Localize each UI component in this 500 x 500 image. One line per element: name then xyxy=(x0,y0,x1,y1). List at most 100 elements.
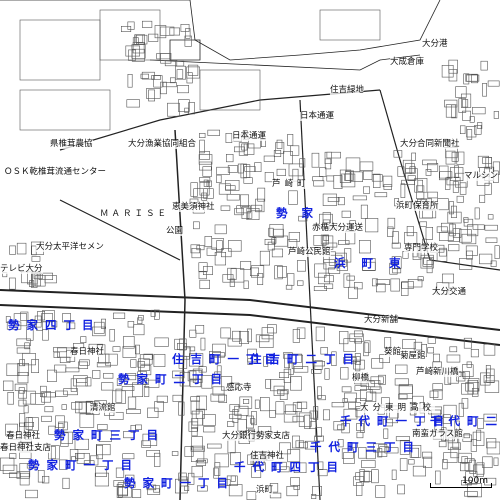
building xyxy=(353,282,363,290)
building xyxy=(179,338,187,351)
building xyxy=(17,371,29,384)
coastline xyxy=(0,0,441,61)
building xyxy=(365,218,379,233)
building xyxy=(341,210,351,218)
building xyxy=(188,421,198,432)
building xyxy=(359,161,374,171)
building xyxy=(240,194,250,208)
building xyxy=(243,143,255,155)
building xyxy=(218,183,231,195)
building xyxy=(130,359,137,368)
building xyxy=(121,25,132,32)
building xyxy=(360,204,368,219)
building xyxy=(185,28,191,39)
building xyxy=(363,342,369,357)
building xyxy=(288,163,303,177)
building xyxy=(408,459,415,465)
building xyxy=(6,363,20,376)
building xyxy=(237,418,247,432)
label-ebisu-shrine: 恵美須神社 xyxy=(172,202,215,212)
label-minamikura: 南蛮ガラス館 xyxy=(412,429,463,439)
building xyxy=(427,347,435,354)
building xyxy=(289,145,300,156)
building xyxy=(199,133,206,139)
building xyxy=(349,333,364,342)
building xyxy=(76,378,88,384)
building xyxy=(80,336,87,344)
building xyxy=(202,166,213,177)
building xyxy=(154,337,169,347)
building xyxy=(323,275,334,283)
label-nihon-unyu: 日本通運 xyxy=(300,111,335,121)
building xyxy=(296,260,306,272)
town-chiyo-3: 千代町三丁目 xyxy=(310,440,421,454)
building xyxy=(356,431,364,439)
building xyxy=(148,89,155,102)
building xyxy=(465,245,478,256)
building xyxy=(243,280,249,289)
building xyxy=(172,394,183,402)
building xyxy=(402,339,416,350)
building xyxy=(65,367,80,373)
building xyxy=(358,240,371,254)
building xyxy=(25,489,38,499)
building xyxy=(494,245,500,259)
building xyxy=(9,277,16,290)
building xyxy=(317,395,326,401)
building xyxy=(472,224,485,230)
building xyxy=(293,484,300,490)
label-kikuyakan: 菊屋館 xyxy=(400,351,426,361)
building xyxy=(479,253,493,265)
label-sumiyoshi-green: 住吉緑地 xyxy=(330,85,365,95)
building xyxy=(177,85,189,94)
town-sumiyoshi-2: 住吉町二丁目 xyxy=(250,352,361,366)
building xyxy=(345,157,361,172)
building xyxy=(257,273,264,285)
building xyxy=(0,457,15,471)
building xyxy=(324,368,330,380)
building xyxy=(476,429,482,441)
building xyxy=(463,337,472,349)
building xyxy=(436,249,448,262)
building xyxy=(25,417,33,430)
building xyxy=(441,273,454,284)
town-seike-4: 勢家四丁目 xyxy=(8,318,101,332)
building xyxy=(133,324,145,336)
building xyxy=(277,389,289,395)
building xyxy=(425,169,432,176)
map-view[interactable]: 大分港 大成倉庫 住吉緑地 日本通運 日本通運 県椎茸農協 大分漁業協同組合 Ｏ… xyxy=(0,0,500,500)
building xyxy=(207,443,222,449)
building xyxy=(474,207,480,220)
building xyxy=(199,139,205,154)
building xyxy=(147,407,159,418)
building xyxy=(406,226,414,237)
building xyxy=(229,413,242,419)
building xyxy=(153,353,166,367)
building xyxy=(277,265,287,278)
building xyxy=(195,324,205,334)
building xyxy=(243,177,253,184)
building xyxy=(53,351,60,358)
building xyxy=(191,418,199,429)
label-kasuga-shrine: 春日神社 xyxy=(70,347,105,357)
building xyxy=(371,174,383,182)
building xyxy=(199,161,212,171)
label-ashizaki-hall: 芦崎公民館 xyxy=(288,247,331,257)
building xyxy=(228,240,242,252)
building xyxy=(312,176,324,182)
building xyxy=(438,441,447,448)
label-shinbashi: 大分新舗 xyxy=(364,315,399,325)
building xyxy=(449,223,456,237)
building xyxy=(246,491,257,500)
label-fishery-coop: 大分漁業協同組合 xyxy=(128,139,197,149)
building xyxy=(105,353,118,366)
building xyxy=(113,312,126,319)
building xyxy=(34,275,46,287)
building xyxy=(370,376,384,384)
building xyxy=(363,186,370,194)
building xyxy=(355,482,363,496)
building xyxy=(383,184,392,190)
building xyxy=(483,343,496,356)
building xyxy=(484,224,498,231)
label-seiryo-kan: 清流館 xyxy=(90,403,116,413)
